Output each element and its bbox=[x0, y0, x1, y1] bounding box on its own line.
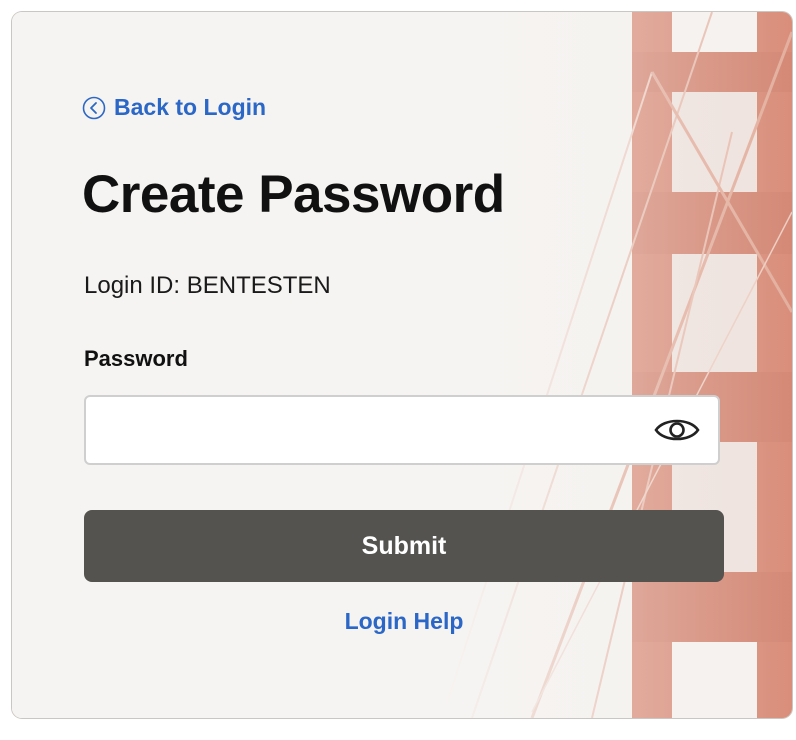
back-to-login-label: Back to Login bbox=[114, 94, 267, 120]
login-card: Back to Login Create Password Login ID: … bbox=[12, 12, 792, 718]
password-label: Password bbox=[84, 346, 188, 371]
back-to-login-link[interactable]: Back to Login bbox=[82, 94, 266, 121]
password-input[interactable] bbox=[98, 397, 642, 465]
chevron-left-circle-icon bbox=[82, 96, 106, 119]
submit-button[interactable]: Submit bbox=[84, 510, 724, 582]
login-id-text: Login ID: BENTESTEN bbox=[84, 272, 331, 299]
eye-icon[interactable] bbox=[654, 415, 700, 445]
page-title: Create Password bbox=[82, 165, 505, 224]
login-help-link[interactable]: Login Help bbox=[84, 608, 724, 635]
password-field-container bbox=[84, 395, 720, 465]
page-frame: Back to Login Create Password Login ID: … bbox=[0, 0, 796, 740]
